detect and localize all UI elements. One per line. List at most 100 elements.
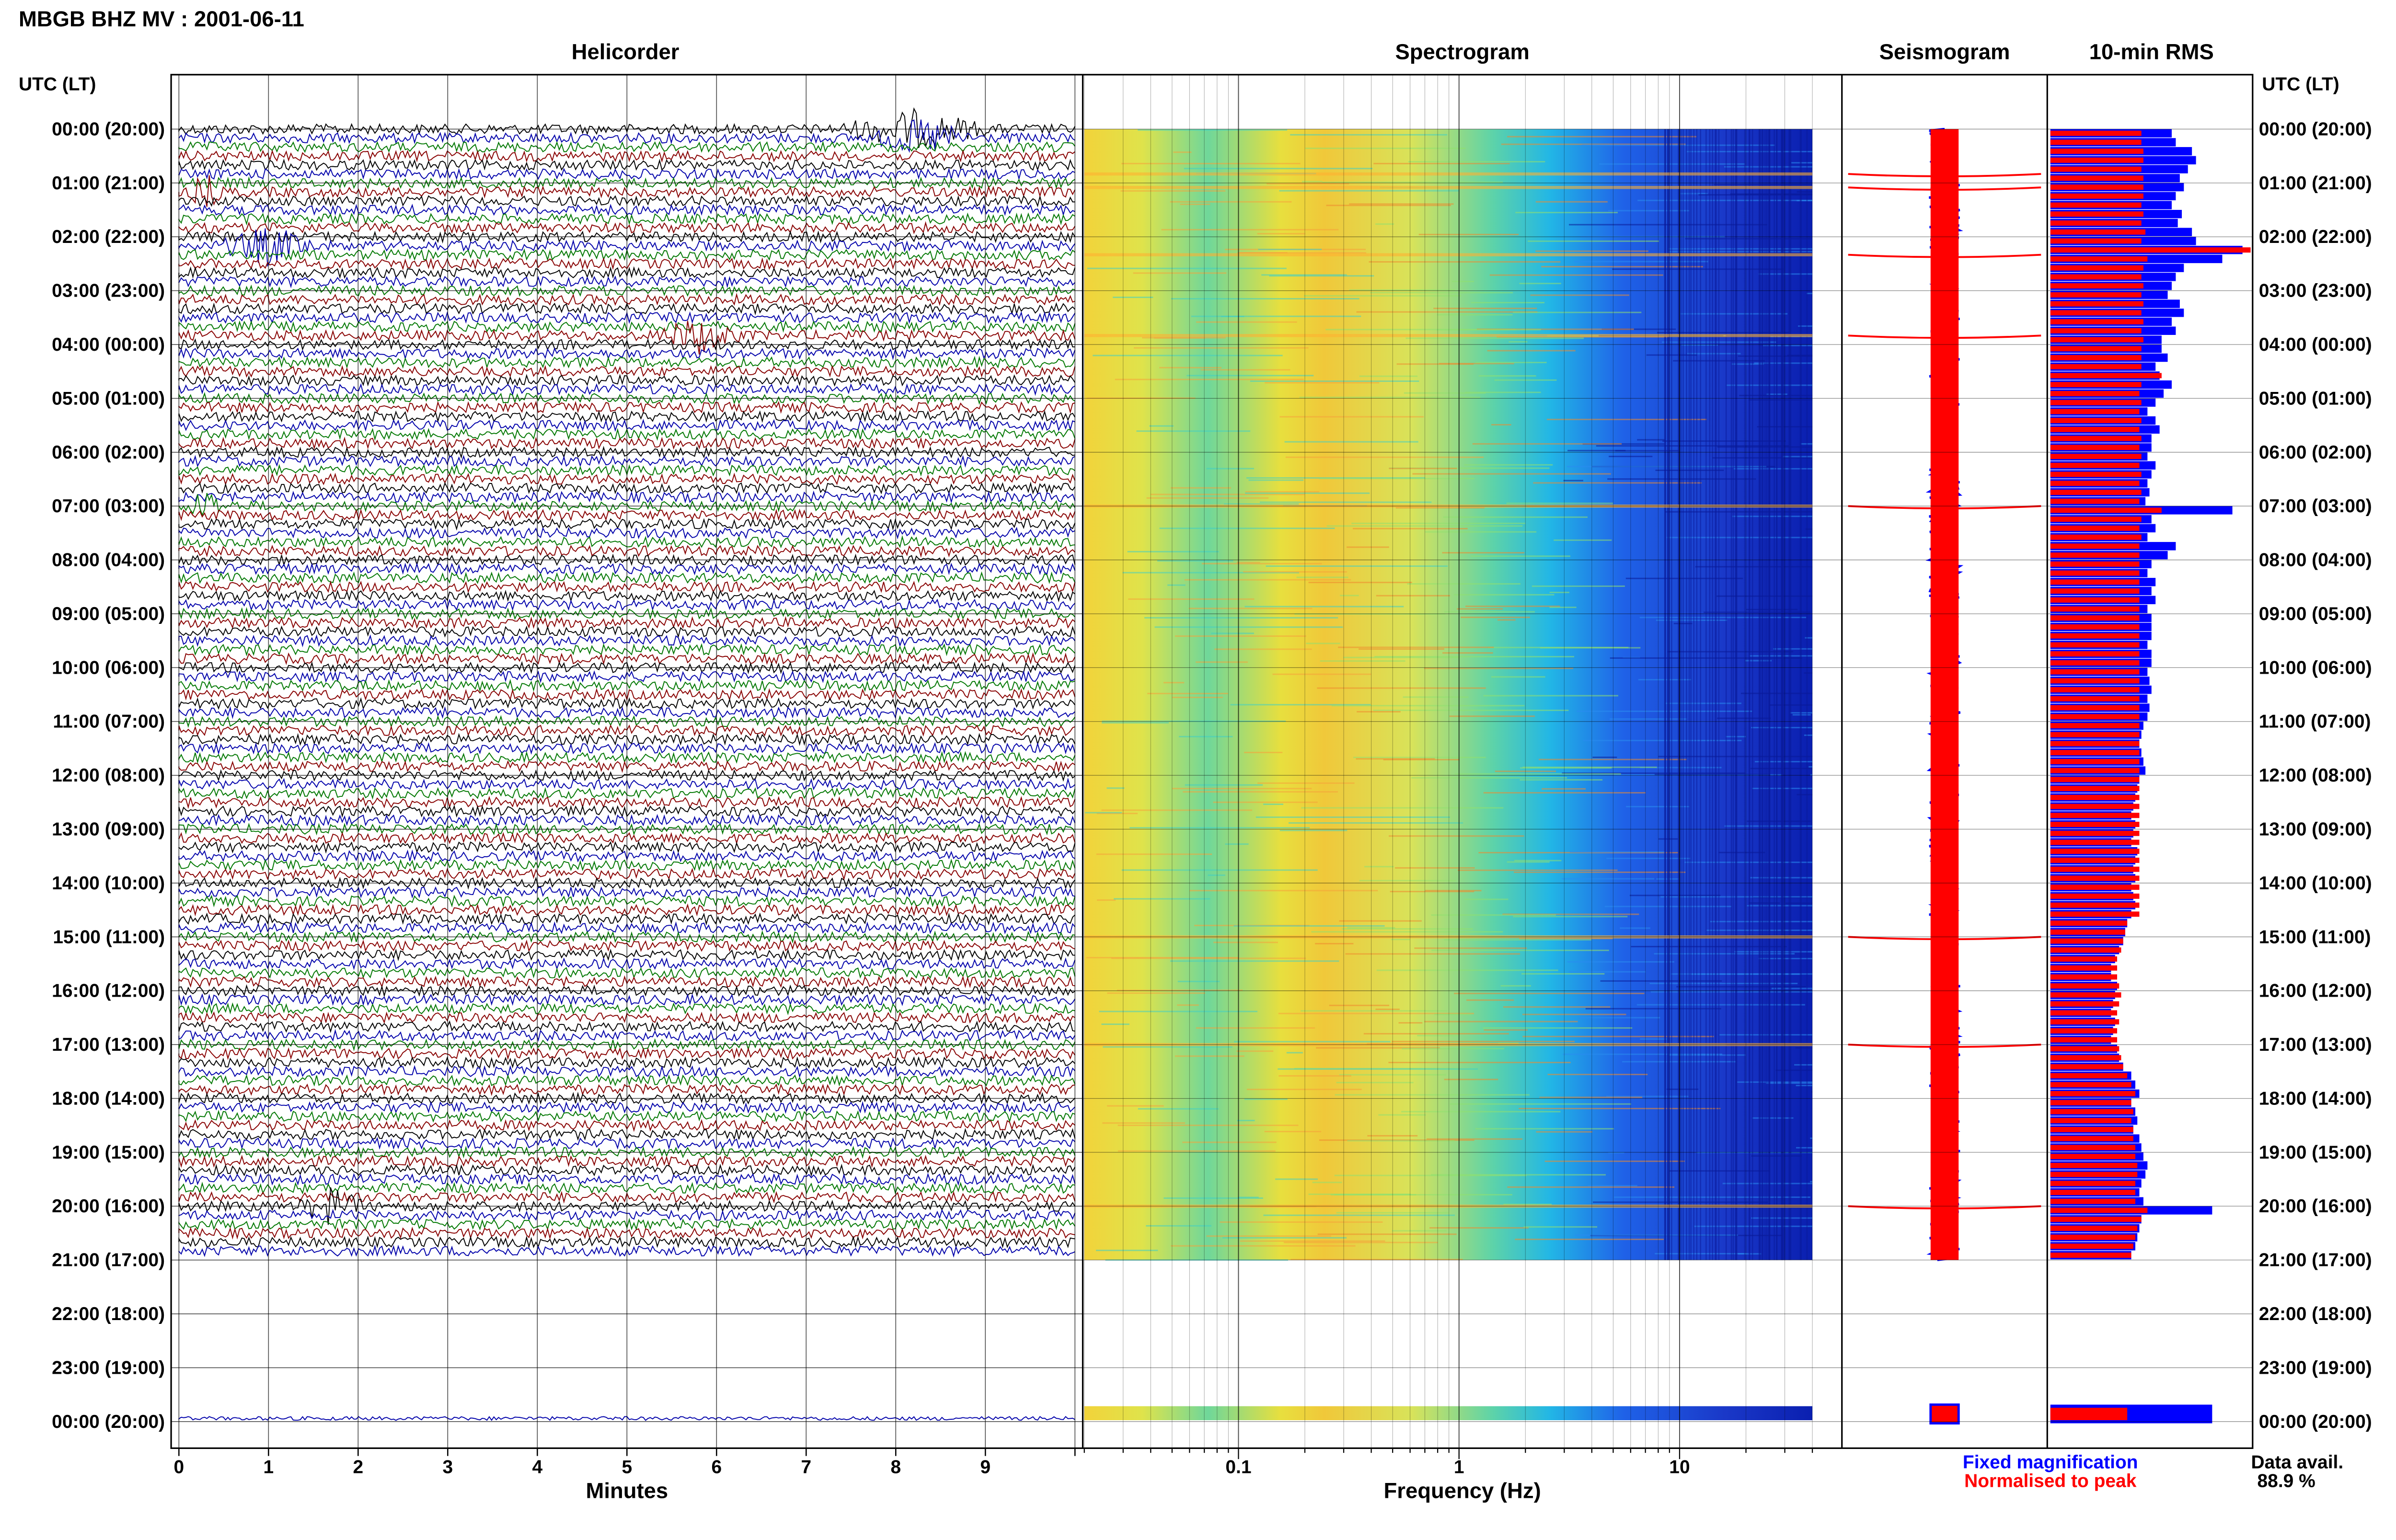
rms-bar-normalised [2050, 1046, 2120, 1052]
rms-bar-normalised [2050, 687, 2140, 693]
rms-bar-normalised [2050, 382, 2142, 388]
time-label-left: 09:00 (05:00) [52, 604, 165, 624]
rms-bar-normalised [2050, 696, 2140, 701]
rms-bar-normalised [2050, 965, 2118, 971]
spectrogram-streak [1684, 862, 1813, 863]
spectrogram-streak [1244, 606, 1404, 608]
rms-bar-normalised [2050, 822, 2140, 827]
spectrogram-streak [1539, 1096, 1643, 1098]
spectrogram-streak [1311, 931, 1503, 933]
spectrogram-streak [1170, 201, 1292, 203]
spectrogram-streak [1520, 767, 1612, 769]
legend-fixed-magnification: Fixed magnification [1963, 1452, 2138, 1473]
rms-bar-normalised [2050, 678, 2140, 684]
spectrogram-streak [1331, 705, 1525, 707]
spectrogram-streak [1248, 479, 1304, 481]
spectrogram-streak [1388, 1061, 1571, 1063]
spectrogram-streak [1196, 661, 1248, 663]
spectrogram-streak [1395, 867, 1475, 869]
seismogram-trace [1848, 128, 2041, 1425]
rms-bar-normalised [2050, 355, 2142, 360]
spectrogram-streak [1378, 1114, 1426, 1116]
rms-bar-normalised [2050, 1217, 2142, 1222]
rms-bar-normalised [2050, 481, 2140, 486]
rms-bar-normalised [2050, 813, 2140, 818]
spectrogram-streak [1454, 992, 1645, 994]
spectrogram-streak [1629, 895, 1721, 896]
rms-bar-normalised [2050, 202, 2142, 208]
spectrogram-streak [1443, 516, 1588, 518]
spectrogram-streak [1147, 692, 1228, 694]
spectrogram-streak [1221, 316, 1244, 317]
spectrogram-streak [1472, 443, 1622, 445]
rms-bar-normalised [2050, 337, 2143, 343]
minute-tick-label: 4 [532, 1457, 542, 1477]
spectrogram-streak [1620, 927, 1650, 929]
spectrogram-streak [1257, 782, 1355, 784]
spectrogram-streak [1424, 1021, 1578, 1023]
spectrogram-streak [1214, 648, 1312, 650]
spectrogram-streak [1389, 835, 1524, 837]
minutes-axis-label: Minutes [586, 1478, 668, 1503]
spectrogram-streak [1532, 585, 1625, 587]
rms-bar-normalised [2050, 489, 2142, 495]
spectrogram-streak [1457, 869, 1618, 871]
page-root: MBGB BHZ MV : 2001-06-11 Helicorder Spec… [0, 0, 2396, 1532]
spectrogram-streak [1213, 942, 1278, 943]
spectrogram-streak [1810, 1138, 1813, 1139]
rms-bar-normalised [2050, 1145, 2136, 1150]
spectrogram-streak [1375, 223, 1394, 225]
spectrogram-streak [1412, 473, 1611, 475]
spectrogram-streak [1515, 212, 1618, 214]
rms-bar-normalised [2050, 1407, 2128, 1420]
spectrogram-streak [1300, 1010, 1448, 1012]
spectrogram-streak [1279, 1075, 1351, 1077]
spectrogram-streak [1189, 890, 1378, 892]
spectrogram-streak [1390, 891, 1474, 893]
time-label-left: 02:00 (22:00) [52, 227, 165, 247]
rms-bar-normalised [2050, 714, 2140, 720]
time-label-left: 17:00 (13:00) [52, 1034, 165, 1055]
spectrogram-streak [1117, 1150, 1276, 1152]
spectrogram-streak [1183, 791, 1338, 793]
spectrogram-streak [1319, 478, 1474, 480]
time-label-left: 12:00 (08:00) [52, 765, 165, 786]
time-label-left: 18:00 (14:00) [52, 1088, 165, 1109]
spectrogram-event [1084, 253, 1813, 256]
spectrogram-streak [1236, 562, 1260, 563]
spectrogram-streak [1136, 430, 1251, 432]
spectrogram-streak [1402, 1048, 1504, 1050]
spectrogram-streak [1747, 905, 1813, 907]
spectrogram-streak [1805, 637, 1813, 639]
rms-bar-normalised [2050, 149, 2143, 154]
time-label-left: 00:00 (20:00) [52, 119, 165, 139]
time-label-right: 18:00 (14:00) [2259, 1088, 2372, 1109]
rms-bar-normalised [2050, 238, 2142, 244]
rms-bar-normalised [2050, 1028, 2118, 1034]
spectrogram-streak [1128, 598, 1255, 600]
spectrogram-streak [1167, 584, 1186, 586]
spectrogram-streak [1163, 1197, 1263, 1199]
spectrogram-streak [1795, 1047, 1813, 1049]
spectrogram-streak [1288, 822, 1463, 824]
rms-bar-normalised [2050, 1055, 2121, 1061]
rms-bar-normalised [2050, 741, 2140, 747]
spectrogram-streak [1810, 1181, 1813, 1183]
time-label-right: 07:00 (03:00) [2259, 496, 2372, 517]
rms-bar-normalised [2050, 175, 2143, 181]
spectrogram-streak [1772, 988, 1813, 989]
rms-bar-normalised [2050, 642, 2140, 648]
rms-bar-normalised [2050, 517, 2142, 522]
spectrogram-streak [1542, 788, 1586, 790]
spectrogram-streak [1275, 1178, 1318, 1180]
spectrogram-streak [1431, 1174, 1606, 1176]
spectrogram-streak [1606, 858, 1691, 859]
time-label-left: 07:00 (03:00) [52, 496, 165, 517]
rms-bar-normalised [2050, 400, 2142, 405]
spectrogram-streak [1471, 555, 1570, 557]
spectrogram-streak [1269, 275, 1374, 277]
spectrogram-streak [1425, 531, 1537, 533]
spectrogram-event [1084, 172, 1813, 176]
rms-bar-normalised [2050, 471, 2142, 477]
spectrogram-streak [1640, 1038, 1667, 1040]
